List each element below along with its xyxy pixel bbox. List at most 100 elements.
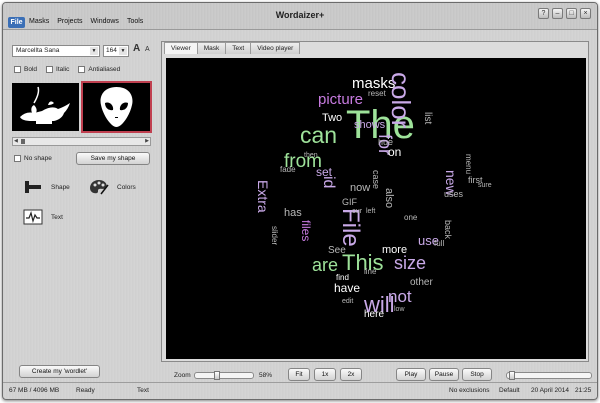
cloud-word: back	[443, 220, 453, 240]
bold-label: Bold	[24, 66, 38, 73]
app-window: Wordaizer+ File Masks Projects Windows T…	[2, 2, 598, 400]
magic-lamp-icon	[20, 86, 70, 124]
save-shape-button[interactable]: Save my shape	[76, 152, 150, 165]
shape-thumb-lamp[interactable]	[12, 83, 79, 131]
bold-checkbox[interactable]: Bold	[14, 66, 37, 73]
cloud-word: fade	[280, 165, 296, 174]
cloud-word: color	[386, 72, 416, 129]
cloud-word: one	[404, 213, 418, 222]
cloud-word: GIF	[342, 197, 357, 207]
cloud-word: Extra	[255, 180, 271, 213]
shape-icon	[23, 179, 43, 195]
font-size-value: 164	[106, 47, 117, 54]
cloud-word: also	[383, 188, 395, 209]
status-memory: 67 MB / 4096 MB	[9, 387, 60, 394]
status-state: Ready	[76, 387, 95, 394]
zoom-2x-button[interactable]: 2x	[340, 368, 362, 381]
font-size-select[interactable]: 164 ▼	[103, 45, 129, 57]
cloud-word: here	[364, 309, 385, 320]
checkbox-box	[78, 66, 86, 73]
palette-icon	[89, 179, 109, 195]
pause-button[interactable]: Pause	[429, 368, 459, 381]
playback-slider[interactable]	[506, 371, 592, 380]
antialiased-checkbox[interactable]: Antialiased	[78, 66, 120, 73]
zoom-label: Zoom	[174, 372, 191, 379]
cloud-word: other	[410, 277, 433, 288]
zoom-1x-button[interactable]: 1x	[314, 368, 336, 381]
antialiased-label: Antialiased	[88, 66, 121, 73]
cloud-word: size	[394, 253, 427, 273]
cloud-word: low	[394, 306, 405, 313]
text-tool-icon	[23, 209, 43, 225]
maximize-icon[interactable]: □	[566, 8, 577, 19]
cloud-word: left	[366, 208, 376, 215]
tab-mask[interactable]: Mask	[196, 42, 227, 54]
zoom-slider-knob[interactable]	[214, 371, 220, 380]
menu-masks[interactable]: Masks	[29, 18, 49, 25]
status-time: 21:25	[575, 387, 592, 394]
cloud-word: shows	[354, 119, 386, 131]
text-tool[interactable]: Text	[23, 209, 63, 225]
cloud-word: then	[304, 152, 318, 159]
cloud-word: can	[300, 122, 338, 148]
no-shape-label: No shape	[24, 155, 52, 162]
cloud-word: id	[320, 176, 337, 189]
chevron-down-icon: ▼	[119, 47, 127, 55]
arrow-left-icon[interactable]: ◀	[14, 138, 18, 145]
arrow-right-icon[interactable]: ▶	[145, 138, 149, 145]
shape-thumbnails	[12, 81, 152, 135]
zoom-slider[interactable]	[194, 371, 254, 380]
menu-windows[interactable]: Windows	[91, 18, 119, 25]
wordcloud-canvas[interactable]: masks picture The can color Two shows from for on…	[166, 58, 586, 359]
style-options: Bold Italic Antialiased	[14, 66, 120, 73]
cloud-word: now	[350, 182, 371, 194]
minimize-icon[interactable]: –	[552, 8, 563, 19]
italic-checkbox[interactable]: Italic	[46, 66, 69, 73]
fit-button[interactable]: Fit	[288, 368, 310, 381]
tab-text[interactable]: Text	[225, 42, 252, 54]
view-tabs: Viewer Mask Text Video player	[164, 42, 301, 54]
help-icon[interactable]: ?	[538, 8, 549, 19]
cloud-word: This	[342, 250, 384, 275]
cloud-word: uses	[444, 189, 464, 199]
tab-viewer[interactable]: Viewer	[164, 42, 198, 54]
status-date: 20 April 2014	[531, 387, 569, 394]
close-icon[interactable]: ×	[580, 8, 591, 19]
cloud-word: find	[336, 273, 349, 282]
colors-tool[interactable]: Colors	[89, 179, 136, 195]
stop-button[interactable]: Stop	[462, 368, 492, 381]
shape-thumb-alien[interactable]	[81, 81, 152, 133]
font-family-value: Marcellta Sana	[16, 47, 60, 54]
italic-label: Italic	[56, 66, 70, 73]
cloud-word: on	[388, 145, 402, 159]
file-menu-button[interactable]: File	[8, 17, 25, 28]
checkbox-box	[14, 66, 21, 73]
chevron-down-icon: ▼	[90, 47, 98, 55]
playback-slider-knob[interactable]	[509, 371, 515, 380]
cloud-word: hue	[378, 137, 394, 147]
tab-video-player[interactable]: Video player	[250, 42, 301, 54]
status-mode: Text	[137, 387, 149, 394]
cloud-word: slider	[270, 226, 279, 246]
cloud-word: reset	[368, 89, 386, 98]
status-bar: 67 MB / 4096 MB Ready Text No exclusions…	[3, 382, 597, 399]
colors-tool-label: Colors	[117, 183, 136, 191]
cloud-word: files	[299, 220, 313, 242]
window-controls: ? – □ ×	[538, 8, 591, 19]
menu-tools[interactable]: Tools	[127, 18, 143, 25]
font-grow-button[interactable]: A	[133, 43, 140, 54]
checkbox-box	[46, 66, 54, 73]
no-shape-checkbox[interactable]: No shape	[14, 155, 52, 162]
thumbnail-scrollbar[interactable]: ◀ ▶	[12, 137, 151, 146]
zoom-percent: 58%	[259, 372, 273, 379]
cloud-word: full	[434, 239, 445, 248]
cloud-word: Two	[322, 112, 343, 124]
shape-tool[interactable]: Shape	[23, 179, 70, 195]
play-button[interactable]: Play	[396, 368, 426, 381]
font-shrink-button[interactable]: A	[145, 46, 150, 53]
scrollbar-thumb[interactable]	[21, 139, 25, 144]
font-family-select[interactable]: Marcellta Sana ▼	[12, 45, 100, 57]
viewer-panel: Viewer Mask Text Video player masks pictu…	[161, 41, 589, 362]
menu-bar: Masks Projects Windows Tools	[29, 18, 143, 25]
menu-projects[interactable]: Projects	[57, 18, 82, 25]
